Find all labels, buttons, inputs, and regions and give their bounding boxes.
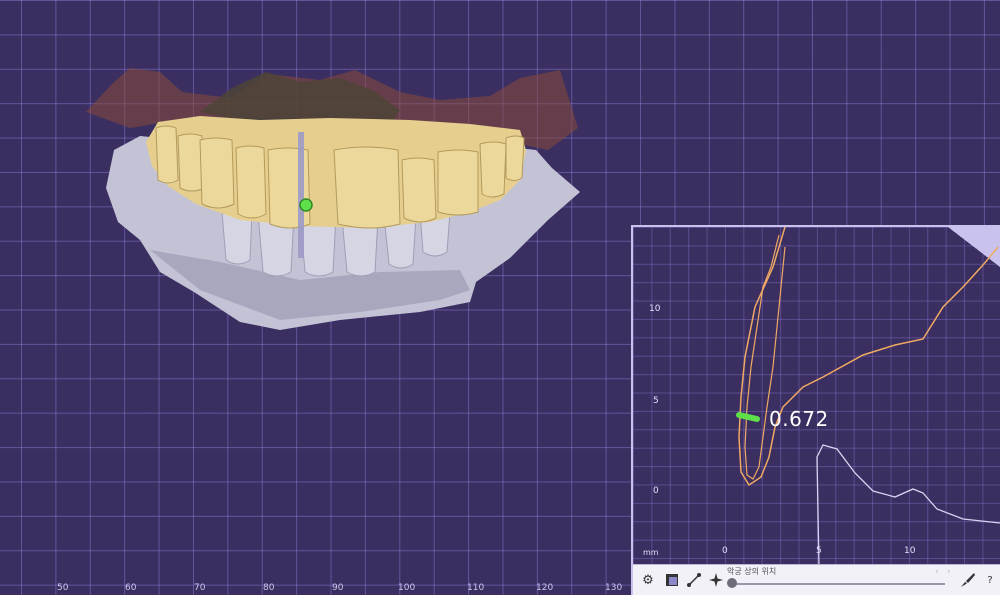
cross-section-panel[interactable]: 10 5 0 0 5 10 mm 0.672 ⚙ 악궁 상의 위치 ‹ › ? [631, 225, 1000, 595]
measure-line-icon[interactable] [685, 571, 703, 589]
scale-label: 110 [467, 583, 485, 593]
prev-arrow-button[interactable]: ‹ [935, 567, 939, 577]
upper-tooth [199, 137, 235, 209]
upper-tooth [155, 125, 179, 184]
scale-label: 120 [536, 583, 554, 593]
scale-label: 50 [57, 583, 69, 593]
gear-icon[interactable]: ⚙ [639, 571, 657, 589]
lower-profile-curve [816, 444, 1000, 567]
outer-profile-curve [738, 227, 999, 487]
position-slider-handle[interactable] [727, 578, 737, 588]
section-toolbar: ⚙ 악궁 상의 위치 ‹ › ? [633, 564, 1000, 595]
inner-profile-curve [744, 234, 786, 480]
upper-tooth [437, 149, 479, 216]
upper-tooth [333, 146, 401, 229]
next-arrow-button[interactable]: › [947, 567, 951, 577]
scale-label: 100 [398, 583, 416, 593]
brush-icon[interactable] [959, 571, 977, 589]
section-plane-line [298, 132, 304, 258]
measurement-value: 0.672 [769, 407, 829, 431]
help-button[interactable]: ? [981, 571, 999, 589]
scale-label: 130 [605, 583, 623, 593]
scale-label: 90 [332, 583, 344, 593]
upper-tooth [401, 157, 437, 223]
scale-label: 70 [194, 583, 206, 593]
scale-label: 60 [125, 583, 137, 593]
upper-tooth [235, 145, 267, 219]
measure-marker [736, 412, 760, 422]
point-icon[interactable] [707, 571, 725, 589]
clip-view-icon[interactable] [663, 571, 681, 589]
section-profile [736, 227, 1000, 567]
upper-tooth [505, 135, 525, 181]
position-slider-track[interactable] [730, 583, 945, 585]
slider-caption: 악궁 상의 위치 [727, 567, 777, 576]
upper-tooth [479, 141, 507, 198]
scale-label: 80 [263, 583, 275, 593]
measure-point [299, 198, 313, 212]
